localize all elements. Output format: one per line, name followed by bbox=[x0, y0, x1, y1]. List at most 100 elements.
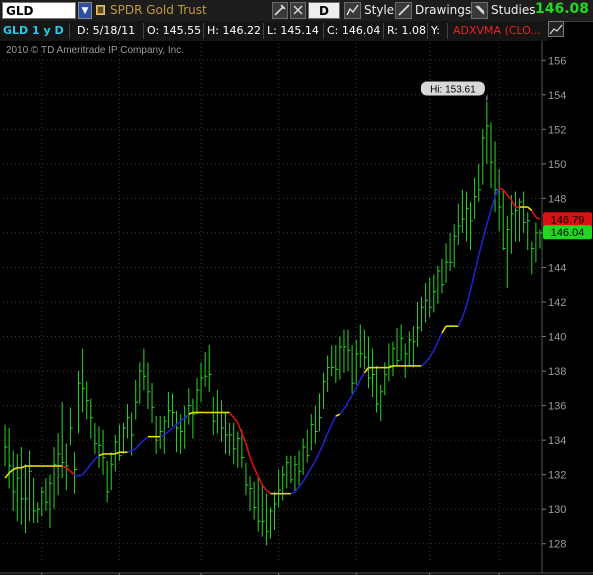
adxvma-segment bbox=[86, 463, 92, 470]
adxvma-segment bbox=[167, 427, 173, 433]
aggregation-period-button[interactable]: D bbox=[308, 2, 340, 19]
study-label[interactable]: ADXVMA (CLO... bbox=[450, 23, 546, 39]
copyright-text: 2010 © TD Ameritrade IP Company, Inc. bbox=[6, 45, 184, 56]
adxvma-segment bbox=[347, 394, 353, 403]
info-close: C: 146.04 bbox=[324, 23, 384, 39]
adxvma-segment bbox=[498, 187, 504, 191]
adxvma-segment bbox=[21, 465, 26, 469]
adxvma-segment bbox=[180, 417, 186, 422]
symbol-description: SPDR Gold Trust bbox=[110, 3, 207, 17]
info-range: R: 1.08 bbox=[384, 23, 428, 39]
adxvma-segment bbox=[433, 341, 439, 351]
tools-icon[interactable] bbox=[272, 2, 288, 19]
studies-button[interactable]: Studies bbox=[491, 2, 536, 19]
adxvma-segment bbox=[171, 423, 178, 429]
adxvma-segment bbox=[298, 481, 304, 488]
y-tick-label: 144 bbox=[548, 262, 566, 274]
grid bbox=[3, 43, 542, 561]
adxvma-segment bbox=[469, 272, 476, 291]
adxvma-segment bbox=[359, 372, 366, 381]
adxvma-segment bbox=[351, 387, 357, 396]
adxvma-segment bbox=[441, 325, 447, 334]
toolbar: GLD ▼ SPDR Gold Trust D Style Drawings S… bbox=[0, 0, 593, 22]
y-tick-label: 128 bbox=[548, 539, 566, 551]
info-bar: GLD 1 y D D: 5/18/11 O: 145.55 H: 146.22… bbox=[0, 21, 548, 41]
link-icon[interactable] bbox=[290, 2, 306, 19]
adxvma-segment bbox=[253, 467, 259, 477]
adxvma-segment bbox=[339, 408, 345, 415]
adxvma-segment bbox=[249, 457, 255, 469]
adxvma-segment bbox=[465, 289, 472, 306]
adxvma-segment bbox=[302, 474, 308, 482]
y-tick-label: 132 bbox=[548, 470, 566, 482]
adxvma-segment bbox=[294, 486, 300, 493]
style-icon[interactable] bbox=[344, 2, 361, 19]
adxvma-segment bbox=[257, 476, 264, 486]
adxvma-segment bbox=[531, 210, 537, 218]
adxvma-segment bbox=[184, 413, 190, 419]
adxvma-segment bbox=[135, 443, 141, 450]
adxvma-segment bbox=[486, 210, 492, 225]
adxvma-segment bbox=[74, 473, 79, 478]
info-open: O: 145.55 bbox=[144, 23, 204, 39]
adxvma-segment bbox=[139, 439, 145, 445]
adxvma-segment bbox=[159, 434, 165, 438]
adxvma-segment bbox=[65, 467, 71, 472]
style-button[interactable]: Style bbox=[364, 2, 394, 19]
adxvma-segment bbox=[131, 448, 137, 452]
symbol-input[interactable]: GLD bbox=[2, 2, 76, 19]
y-axis: 1281301321341361381401421441461481501521… bbox=[541, 41, 593, 575]
adxvma-segment bbox=[322, 432, 329, 444]
adxvma-segment bbox=[237, 422, 243, 434]
adxvma-segment bbox=[424, 356, 431, 363]
adxvma-segment bbox=[477, 239, 484, 256]
ohlc-bars bbox=[4, 101, 543, 546]
y-tick-label: 134 bbox=[548, 435, 566, 447]
info-low: L: 145.14 bbox=[264, 23, 324, 39]
chart-title[interactable]: GLD 1 y D bbox=[0, 23, 70, 39]
info-date: D: 5/18/11 bbox=[74, 23, 144, 39]
adxvma-segment bbox=[314, 451, 321, 462]
adxvma-segment bbox=[114, 451, 120, 455]
adxvma-segment bbox=[318, 443, 325, 453]
adxvma-segment bbox=[241, 432, 247, 444]
symbol-dropdown-button[interactable]: ▼ bbox=[78, 2, 92, 19]
adxvma-segment bbox=[228, 412, 235, 419]
studies-icon[interactable] bbox=[471, 2, 488, 19]
adxvma-segment bbox=[335, 413, 341, 417]
adxvma-segment bbox=[437, 332, 443, 343]
adxvma-segment bbox=[188, 411, 194, 415]
y-tick-label: 130 bbox=[548, 504, 566, 516]
adxvma-segment bbox=[261, 484, 268, 491]
adxvma-segment bbox=[473, 255, 480, 273]
adxvma-segment bbox=[69, 470, 75, 476]
price-chart[interactable]: 2010 © TD Ameritrade IP Company, Inc. 12… bbox=[0, 41, 593, 575]
adxvma-segment bbox=[176, 420, 182, 426]
last-price: 146.08 bbox=[534, 1, 589, 17]
adxvma-line bbox=[4, 187, 541, 495]
price-label: 146.04 bbox=[551, 227, 585, 239]
adxvma-segment bbox=[163, 430, 169, 436]
adxvma-segment bbox=[506, 194, 513, 201]
adxvma-segment bbox=[421, 361, 427, 367]
adxvma-segment bbox=[482, 224, 488, 241]
adxvma-segment bbox=[143, 436, 149, 441]
adxvma-segment bbox=[457, 317, 464, 327]
adxvma-segment bbox=[355, 379, 362, 389]
adxvma-segment bbox=[326, 424, 333, 434]
y-tick-label: 154 bbox=[548, 90, 566, 102]
info-high: H: 146.22 bbox=[204, 23, 264, 39]
drawings-icon[interactable] bbox=[395, 2, 412, 19]
company-profile-icon[interactable] bbox=[96, 5, 105, 15]
adxvma-segment bbox=[12, 467, 18, 471]
adxvma-segment bbox=[233, 417, 239, 424]
adxvma-segment bbox=[265, 489, 271, 495]
y-tick-label: 152 bbox=[548, 124, 566, 136]
drawings-button[interactable]: Drawings bbox=[415, 2, 471, 19]
chart-settings-icon[interactable] bbox=[548, 21, 564, 37]
adxvma-segment bbox=[461, 305, 468, 318]
adxvma-segment bbox=[81, 468, 88, 476]
adxvma-segment bbox=[502, 189, 508, 196]
adxvma-segment bbox=[8, 468, 14, 474]
adxvma-segment bbox=[61, 465, 67, 469]
